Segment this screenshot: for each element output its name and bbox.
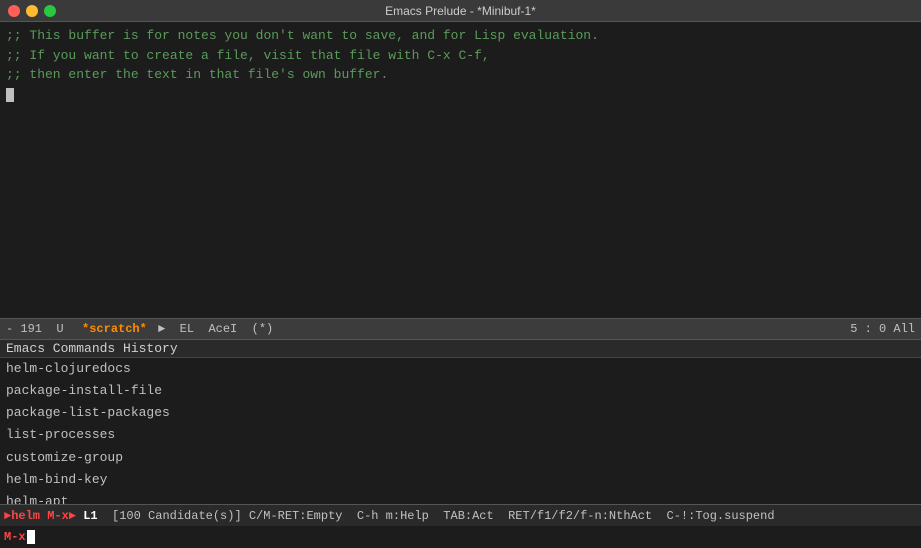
minibuf-input-cursor xyxy=(27,530,35,544)
helm-item-customize[interactable]: customize-group xyxy=(0,447,921,469)
maximize-button[interactable] xyxy=(44,5,56,17)
helm-item-package-list[interactable]: package-list-packages xyxy=(0,402,921,424)
minibuf-mode: L1 xyxy=(83,509,97,523)
editor-line-2: ;; If you want to create a file, visit t… xyxy=(6,46,915,66)
editor-line-4 xyxy=(6,85,915,105)
minibuf-space2 xyxy=(98,509,112,523)
helm-header: Emacs Commands History xyxy=(0,340,921,358)
window-controls[interactable] xyxy=(8,5,56,17)
minibuf[interactable]: ►helm M-x► L1 [100 Candidate(s)] C/M-RET… xyxy=(0,504,921,526)
editor-cursor xyxy=(6,88,14,102)
close-button[interactable] xyxy=(8,5,20,17)
helm-item-helm-apt[interactable]: helm-apt xyxy=(0,491,921,504)
minibuf-input-prompt: M-x xyxy=(4,530,26,544)
mode-line-right: 5 : 0 All xyxy=(850,322,915,336)
helm-area[interactable]: Emacs Commands History helm-clojuredocs … xyxy=(0,340,921,504)
editor-lines: ;; This buffer is for notes you don't wa… xyxy=(6,26,915,104)
helm-list[interactable]: helm-clojuredocs package-install-file pa… xyxy=(0,358,921,504)
mode-line: - 191 U *scratch* ► EL AceI (*) 5 : 0 Al… xyxy=(0,318,921,340)
helm-item-package-install[interactable]: package-install-file xyxy=(0,380,921,402)
mode-line-middle: ► EL AceI (*) xyxy=(151,322,273,336)
minibuf-input-line[interactable]: M-x xyxy=(0,526,921,548)
editor-line-1: ;; This buffer is for notes you don't wa… xyxy=(6,26,915,46)
minibuf-prompt: ►helm M-x► xyxy=(4,509,76,523)
titlebar-title: Emacs Prelude - *Minibuf-1* xyxy=(385,4,536,18)
mode-line-left: - 191 U *scratch* ► EL AceI (*) xyxy=(6,322,850,336)
helm-item-clojuredocs[interactable]: helm-clojuredocs xyxy=(0,358,921,380)
mode-scratch-label: *scratch* xyxy=(82,322,147,336)
editor-area[interactable]: ;; This buffer is for notes you don't wa… xyxy=(0,22,921,318)
mode-line-dashes: - 191 U xyxy=(6,322,78,336)
minimize-button[interactable] xyxy=(26,5,38,17)
titlebar: Emacs Prelude - *Minibuf-1* xyxy=(0,0,921,22)
helm-item-list-processes[interactable]: list-processes xyxy=(0,424,921,446)
minibuf-space xyxy=(76,509,83,523)
helm-item-helm-bind[interactable]: helm-bind-key xyxy=(0,469,921,491)
minibuf-status: [100 Candidate(s)] C/M-RET:Empty C-h m:H… xyxy=(112,509,775,523)
editor-line-3: ;; then enter the text in that file's ow… xyxy=(6,65,915,85)
